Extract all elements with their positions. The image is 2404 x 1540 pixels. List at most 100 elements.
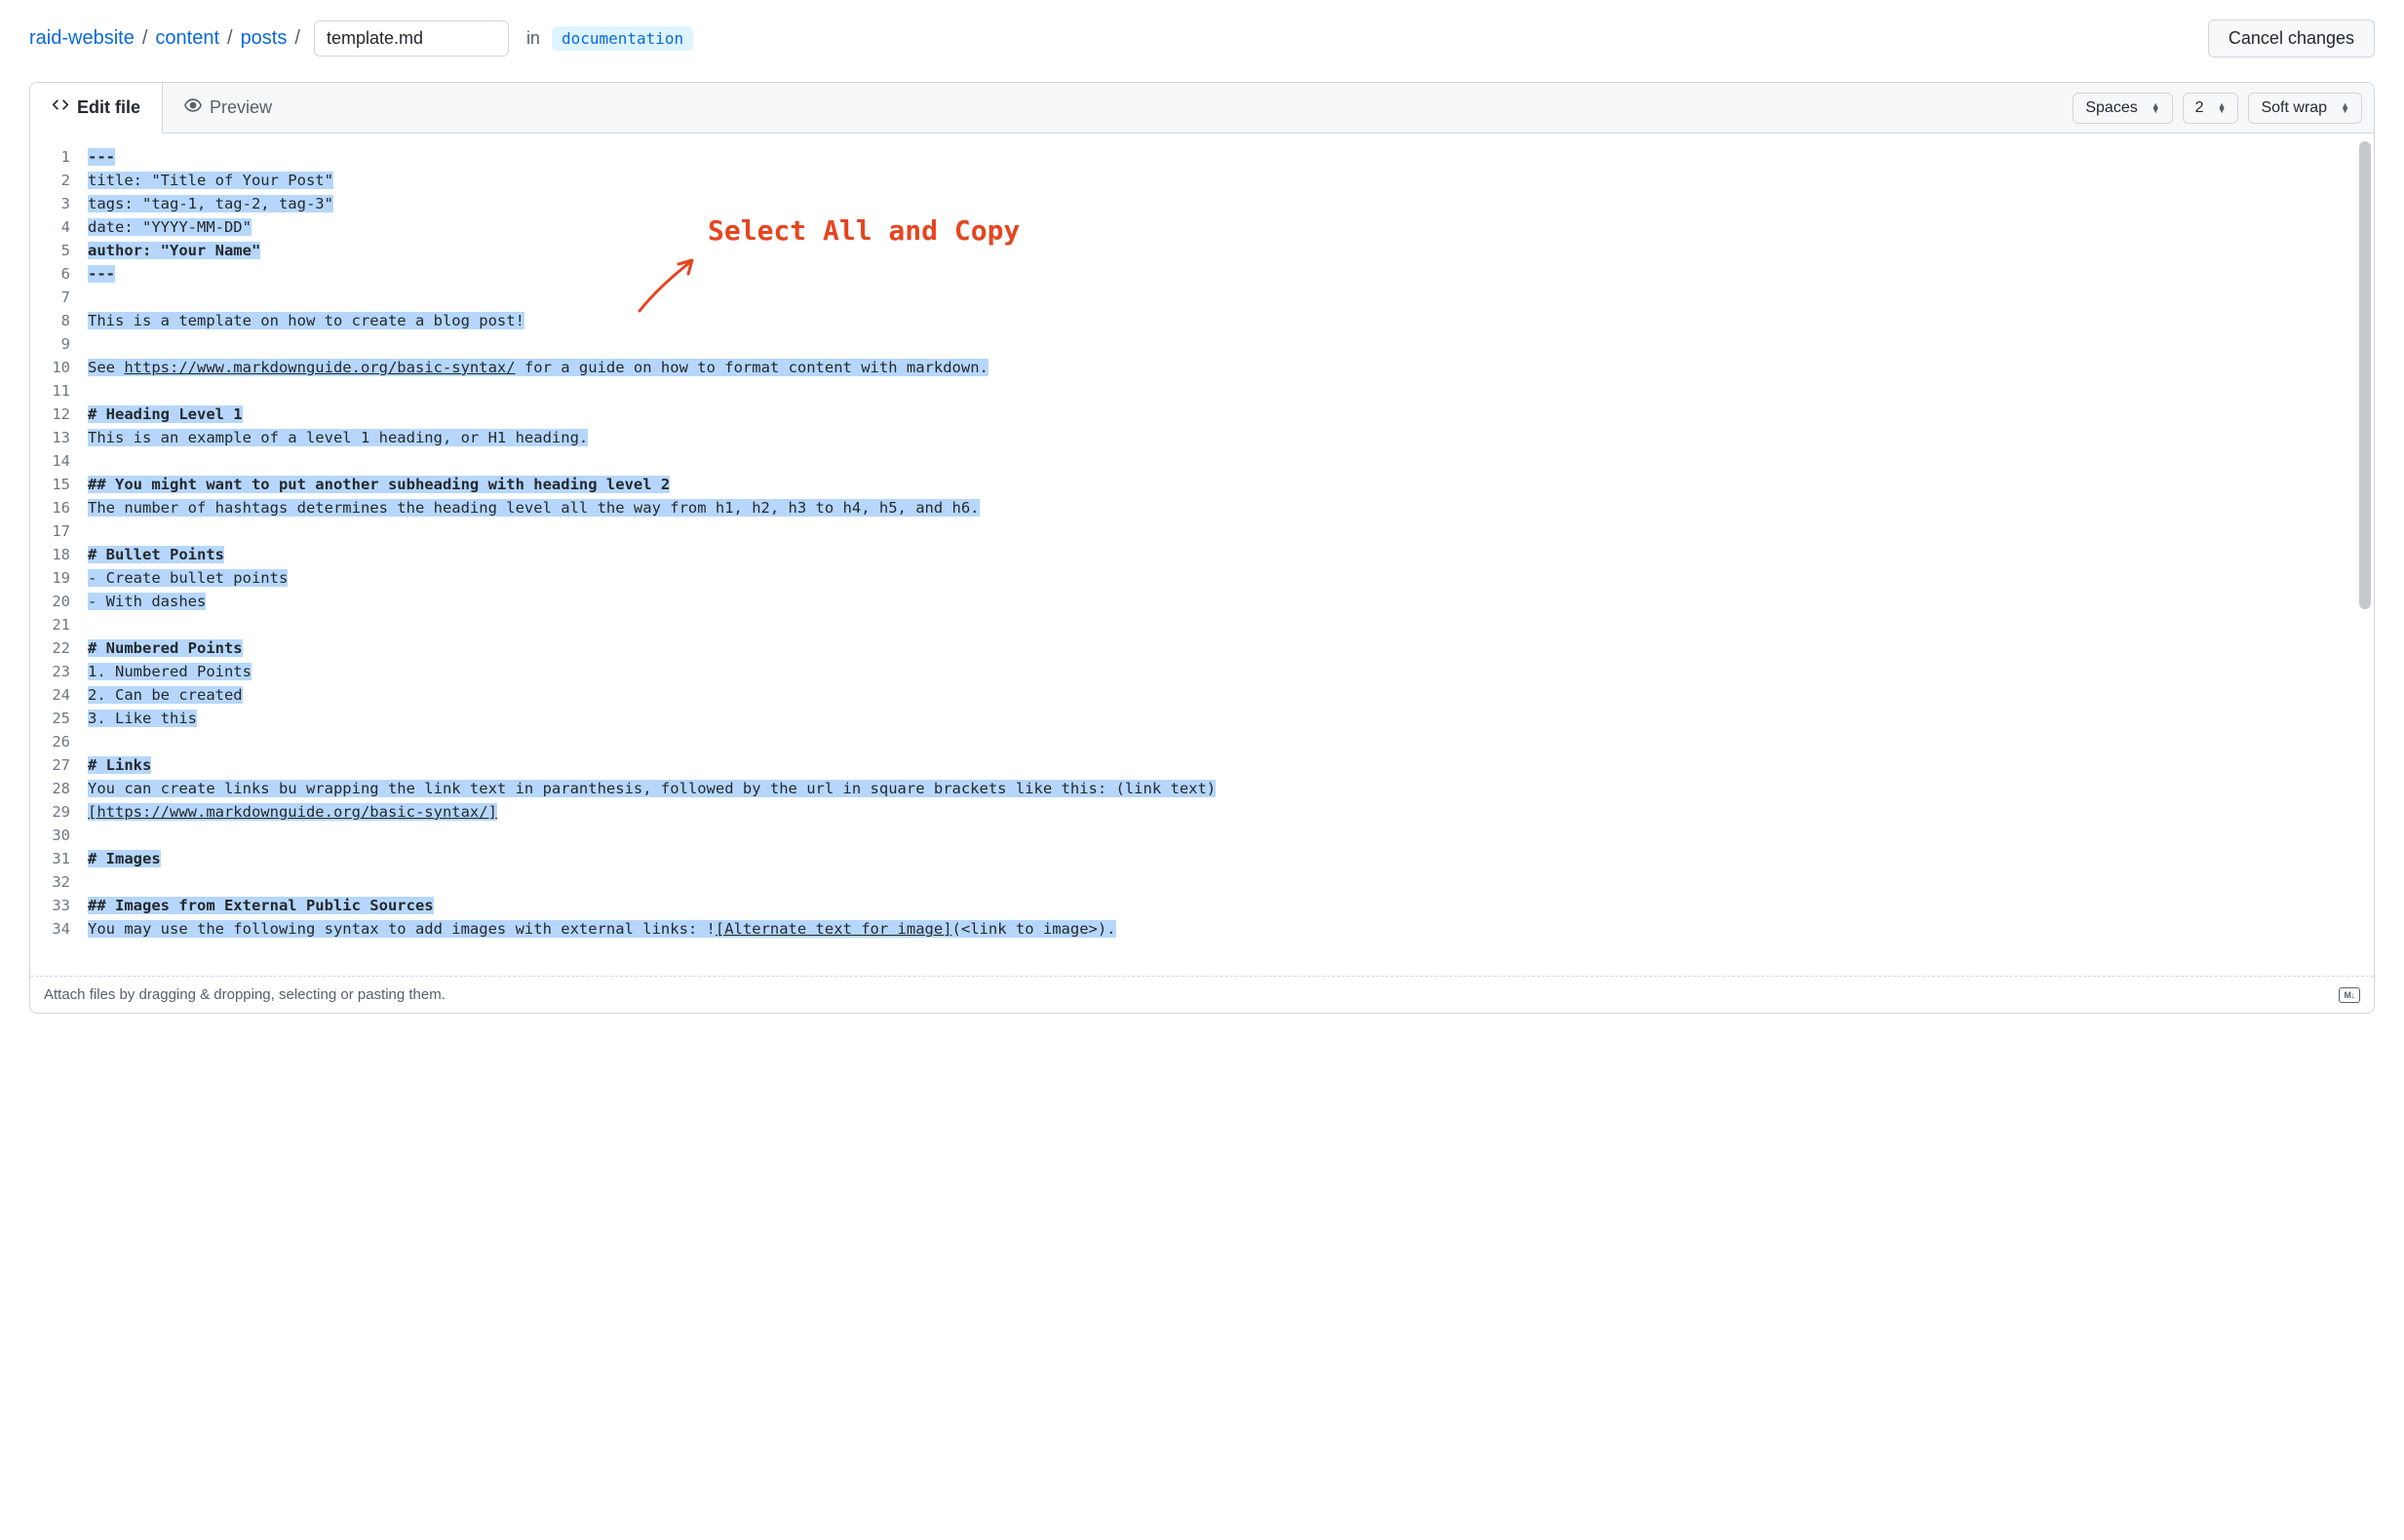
line-number: 14 — [44, 449, 70, 473]
tab-preview-label: Preview — [210, 97, 272, 118]
line-number: 28 — [44, 777, 70, 800]
code-line[interactable] — [88, 941, 2360, 964]
tab-edit-label: Edit file — [77, 97, 140, 118]
line-number: 9 — [44, 332, 70, 356]
code-line[interactable] — [88, 824, 2360, 847]
editor-panel: Edit file Preview Spaces ▲▼ 2 ▲▼ Soft w — [29, 82, 2375, 1014]
line-number: 25 — [44, 707, 70, 730]
code-line[interactable]: 1. Numbered Points — [88, 660, 2360, 683]
line-number: 5 — [44, 239, 70, 262]
line-number: 4 — [44, 215, 70, 239]
filename-input[interactable] — [314, 20, 509, 57]
branch-badge[interactable]: documentation — [552, 26, 693, 51]
line-number-gutter: 1234567891011121314151617181920212223242… — [30, 134, 84, 976]
line-number: 6 — [44, 262, 70, 286]
code-line[interactable]: 3. Like this — [88, 707, 2360, 730]
code-line[interactable]: ## You might want to put another subhead… — [88, 473, 2360, 496]
breadcrumb-repo[interactable]: raid-website — [29, 27, 135, 50]
line-number: 22 — [44, 636, 70, 660]
code-line[interactable]: # Heading Level 1 — [88, 403, 2360, 426]
header-row: raid-website / content / posts / in docu… — [29, 10, 2375, 82]
breadcrumb-sep: / — [136, 27, 154, 50]
code-line[interactable] — [88, 870, 2360, 894]
code-line[interactable]: See https://www.markdownguide.org/basic-… — [88, 356, 2360, 379]
code-line[interactable]: ## Images from External Public Sources — [88, 894, 2360, 917]
code-line[interactable]: date: "YYYY-MM-DD" — [88, 215, 2360, 239]
breadcrumb-dir-content[interactable]: content — [155, 27, 219, 50]
line-number: 19 — [44, 566, 70, 590]
line-number: 20 — [44, 590, 70, 613]
code-line[interactable]: # Images — [88, 847, 2360, 870]
line-number: 33 — [44, 894, 70, 917]
code-area[interactable]: Select All and Copy ---title: "Title of … — [84, 134, 2374, 976]
in-label: in — [517, 28, 544, 49]
line-number: 32 — [44, 870, 70, 894]
tab-edit-file[interactable]: Edit file — [30, 83, 163, 134]
code-line[interactable] — [88, 613, 2360, 636]
code-line[interactable] — [88, 730, 2360, 753]
line-number: 18 — [44, 543, 70, 566]
line-number: 7 — [44, 286, 70, 309]
editor-body[interactable]: 1234567891011121314151617181920212223242… — [30, 134, 2374, 976]
code-line[interactable]: # Numbered Points — [88, 636, 2360, 660]
line-number: 23 — [44, 660, 70, 683]
code-icon — [52, 96, 69, 119]
line-number: 30 — [44, 824, 70, 847]
line-number: 12 — [44, 403, 70, 426]
indent-size-select[interactable]: 2 ▲▼ — [2183, 93, 2239, 124]
breadcrumb-sep: / — [221, 27, 239, 50]
code-line[interactable] — [88, 449, 2360, 473]
chevron-updown-icon: ▲▼ — [2152, 103, 2160, 113]
line-number: 24 — [44, 683, 70, 707]
line-number: 3 — [44, 192, 70, 215]
code-line[interactable]: title: "Title of Your Post" — [88, 169, 2360, 192]
chevron-updown-icon: ▲▼ — [2341, 103, 2349, 113]
code-line[interactable]: # Bullet Points — [88, 543, 2360, 566]
code-line[interactable]: This is an example of a level 1 heading,… — [88, 426, 2360, 449]
markdown-icon[interactable]: M↓ — [2339, 987, 2360, 1003]
breadcrumb-dir-posts[interactable]: posts — [241, 27, 288, 50]
editor-toolbar: Spaces ▲▼ 2 ▲▼ Soft wrap ▲▼ — [2061, 83, 2374, 133]
code-line[interactable] — [88, 520, 2360, 543]
attach-bar[interactable]: Attach files by dragging & dropping, sel… — [30, 977, 2374, 1013]
indent-mode-select[interactable]: Spaces ▲▼ — [2073, 93, 2172, 124]
code-line[interactable]: This is a template on how to create a bl… — [88, 309, 2360, 332]
code-line[interactable] — [88, 379, 2360, 403]
code-line[interactable]: tags: "tag-1, tag-2, tag-3" — [88, 192, 2360, 215]
line-number: 2 — [44, 169, 70, 192]
breadcrumb-sep: / — [289, 27, 306, 50]
line-number: 21 — [44, 613, 70, 636]
eye-icon — [184, 96, 202, 119]
code-line[interactable]: # Links — [88, 753, 2360, 777]
line-number: 1 — [44, 145, 70, 169]
code-line[interactable]: author: "Your Name" — [88, 239, 2360, 262]
code-line[interactable] — [88, 286, 2360, 309]
line-number: 31 — [44, 847, 70, 870]
cancel-button[interactable]: Cancel changes — [2208, 19, 2375, 58]
code-line[interactable]: - Create bullet points — [88, 566, 2360, 590]
attach-hint: Attach files by dragging & dropping, sel… — [44, 986, 446, 1003]
wrap-mode-select[interactable]: Soft wrap ▲▼ — [2248, 93, 2362, 124]
line-number: 15 — [44, 473, 70, 496]
tabs-row: Edit file Preview Spaces ▲▼ 2 ▲▼ Soft w — [30, 83, 2374, 134]
line-number: 11 — [44, 379, 70, 403]
code-line[interactable]: The number of hashtags determines the he… — [88, 496, 2360, 520]
line-number: 27 — [44, 753, 70, 777]
code-line[interactable]: 2. Can be created — [88, 683, 2360, 707]
line-number: 13 — [44, 426, 70, 449]
code-line[interactable]: You can create links bu wrapping the lin… — [88, 777, 2360, 824]
line-number: 26 — [44, 730, 70, 753]
line-number: 8 — [44, 309, 70, 332]
indent-size-value: 2 — [2195, 99, 2204, 117]
line-number: 10 — [44, 356, 70, 379]
indent-mode-value: Spaces — [2085, 99, 2137, 117]
code-line[interactable]: You may use the following syntax to add … — [88, 917, 2360, 941]
tab-preview[interactable]: Preview — [163, 83, 293, 133]
line-number: 17 — [44, 520, 70, 543]
code-line[interactable]: --- — [88, 262, 2360, 286]
scrollbar-thumb[interactable] — [2359, 141, 2371, 609]
code-line[interactable]: --- — [88, 145, 2360, 169]
code-line[interactable] — [88, 332, 2360, 356]
wrap-mode-value: Soft wrap — [2261, 99, 2327, 117]
code-line[interactable]: - With dashes — [88, 590, 2360, 613]
